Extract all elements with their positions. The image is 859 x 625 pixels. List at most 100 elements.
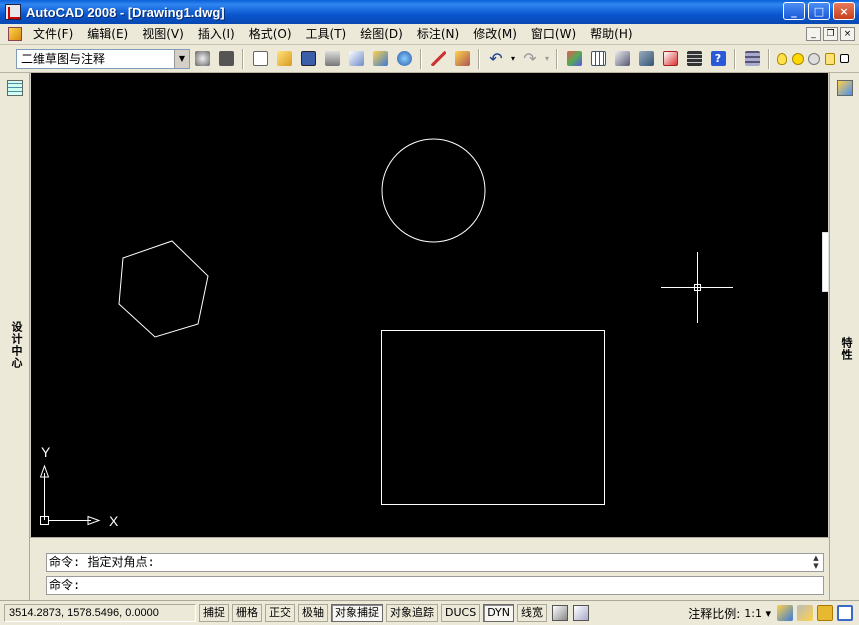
menu-insert[interactable]: 插入(I) xyxy=(191,25,242,44)
design-center-tab[interactable]: 设计中心 xyxy=(8,321,24,369)
undo-dropdown-icon[interactable]: ▾ xyxy=(509,48,517,70)
open-icon[interactable] xyxy=(273,48,295,70)
drawn-circle[interactable] xyxy=(381,138,486,243)
redo-icon[interactable]: ↷ xyxy=(519,48,541,70)
doc-restore-button[interactable]: ❐ xyxy=(823,27,838,41)
design-center-icon[interactable] xyxy=(611,48,633,70)
document-window-controls: _ ❐ × xyxy=(806,27,855,41)
save-icon[interactable] xyxy=(297,48,319,70)
toolbar-separator xyxy=(420,48,422,69)
pan-icon[interactable] xyxy=(563,48,585,70)
toolbar-separator xyxy=(242,48,244,69)
status-bar: 3514.2873, 1578.5496, 0.0000 捕捉 栅格 正交 极轴… xyxy=(0,600,859,625)
tool-palettes-icon[interactable] xyxy=(635,48,657,70)
drawn-hexagon[interactable] xyxy=(118,240,209,338)
standard-toolbar: 二维草图与注释 ▼ ↶ ▾ ↷ ▾ ? xyxy=(0,45,859,73)
plot-icon[interactable] xyxy=(321,48,343,70)
layer-icon[interactable] xyxy=(741,48,763,70)
publish-icon[interactable] xyxy=(369,48,391,70)
toolbar-separator xyxy=(478,48,480,69)
coordinate-display[interactable]: 3514.2873, 1578.5496, 0.0000 xyxy=(4,604,196,622)
workspace-value: 二维草图与注释 xyxy=(21,52,106,66)
menu-window[interactable]: 窗口(W) xyxy=(524,25,583,44)
menu-edit[interactable]: 编辑(E) xyxy=(80,25,135,44)
workspace-save-icon[interactable] xyxy=(215,48,237,70)
menu-modify[interactable]: 修改(M) xyxy=(466,25,524,44)
help-icon[interactable]: ? xyxy=(707,48,729,70)
otrack-toggle[interactable]: 对象追踪 xyxy=(386,604,438,622)
osnap-toggle[interactable]: 对象捕捉 xyxy=(331,604,383,622)
light-bulb-icon[interactable] xyxy=(775,48,789,70)
ducs-toggle[interactable]: DUCS xyxy=(441,604,481,622)
drawing-svg: Y X xyxy=(39,138,733,529)
ucs-icon xyxy=(39,464,101,526)
window-title: AutoCAD 2008 - [Drawing1.dwg] xyxy=(26,4,225,20)
menu-dimension[interactable]: 标注(N) xyxy=(410,25,466,44)
grid-toggle[interactable]: 栅格 xyxy=(232,604,262,622)
auto-scale-icon[interactable] xyxy=(797,605,813,621)
menu-help[interactable]: 帮助(H) xyxy=(583,25,639,44)
document-icon[interactable] xyxy=(8,27,22,41)
menu-draw[interactable]: 绘图(D) xyxy=(353,25,410,44)
autocad-app-icon[interactable] xyxy=(5,4,21,20)
polar-toggle[interactable]: 极轴 xyxy=(298,604,328,622)
redo-dropdown-icon[interactable]: ▾ xyxy=(543,48,551,70)
toolbar-separator xyxy=(768,48,770,69)
close-button[interactable]: × xyxy=(833,2,855,20)
maximize-button[interactable]: □ xyxy=(808,2,830,20)
color-swatch-icon[interactable] xyxy=(839,48,849,70)
annotation-scale-label: 注释比例: xyxy=(688,606,741,621)
drawing-area[interactable]: Y X xyxy=(31,73,828,537)
doc-close-button[interactable]: × xyxy=(840,27,855,41)
design-center-palette: 设计中心 xyxy=(0,73,30,601)
freeze-icon[interactable] xyxy=(807,48,821,70)
properties-palette: 特性 xyxy=(829,73,859,601)
properties-tab[interactable]: 特性 xyxy=(838,337,854,361)
annotation-scale-dropdown[interactable]: 1:1 ▾ xyxy=(744,607,771,620)
crosshair-cursor xyxy=(661,252,733,323)
model-space-icon[interactable] xyxy=(552,605,569,621)
palette-toggle-icon[interactable] xyxy=(7,80,23,96)
dyn-toggle[interactable]: DYN xyxy=(483,604,515,622)
workspace-dropdown[interactable]: 二维草图与注释 ▼ xyxy=(16,48,190,69)
doc-minimize-button[interactable]: _ xyxy=(806,27,821,41)
lock-icon[interactable] xyxy=(823,48,837,70)
drawn-rectangle[interactable] xyxy=(381,330,605,505)
sun-icon[interactable] xyxy=(791,48,805,70)
command-input[interactable]: 命令: xyxy=(46,576,824,595)
window-controls: _ □ × xyxy=(783,2,855,20)
new-icon[interactable] xyxy=(249,48,271,70)
zoom-icon[interactable] xyxy=(587,48,609,70)
cut-icon[interactable] xyxy=(427,48,449,70)
palette-strip xyxy=(822,232,829,292)
layout-icon[interactable] xyxy=(573,605,590,621)
toolbar-lock-icon[interactable] xyxy=(817,605,833,621)
markup-icon[interactable] xyxy=(659,48,681,70)
ucs-y-label: Y xyxy=(41,444,51,460)
snap-toggle[interactable]: 捕捉 xyxy=(199,604,229,622)
palette-toggle-icon[interactable] xyxy=(837,80,853,96)
toolbar-separator xyxy=(556,48,558,69)
3d-dwf-icon[interactable] xyxy=(393,48,415,70)
menu-view[interactable]: 视图(V) xyxy=(135,25,191,44)
chevron-down-icon[interactable]: ▼ xyxy=(174,49,189,68)
plot-preview-icon[interactable] xyxy=(345,48,367,70)
menu-format[interactable]: 格式(O) xyxy=(242,25,299,44)
workspace-settings-icon[interactable] xyxy=(191,48,213,70)
menu-tools[interactable]: 工具(T) xyxy=(299,25,354,44)
menu-bar: 文件(F) 编辑(E) 视图(V) 插入(I) 格式(O) 工具(T) 绘图(D… xyxy=(0,24,859,45)
toolbar-separator xyxy=(734,48,736,69)
match-properties-icon[interactable] xyxy=(451,48,473,70)
lineweight-toggle[interactable]: 线宽 xyxy=(517,604,548,622)
clean-screen-icon[interactable] xyxy=(837,605,853,621)
ortho-toggle[interactable]: 正交 xyxy=(265,604,295,622)
minimize-button[interactable]: _ xyxy=(783,2,805,20)
calculator-icon[interactable] xyxy=(683,48,705,70)
undo-icon[interactable]: ↶ xyxy=(485,48,507,70)
menu-file[interactable]: 文件(F) xyxy=(26,25,80,44)
annotation-visibility-icon[interactable] xyxy=(777,605,793,621)
status-tray xyxy=(777,605,853,621)
command-scrollbar[interactable]: ▲ ▼ xyxy=(809,554,823,572)
ucs-x-label: X xyxy=(109,513,119,529)
command-window: 命令: 指定对角点: ▲ ▼ 命令: xyxy=(30,537,829,600)
